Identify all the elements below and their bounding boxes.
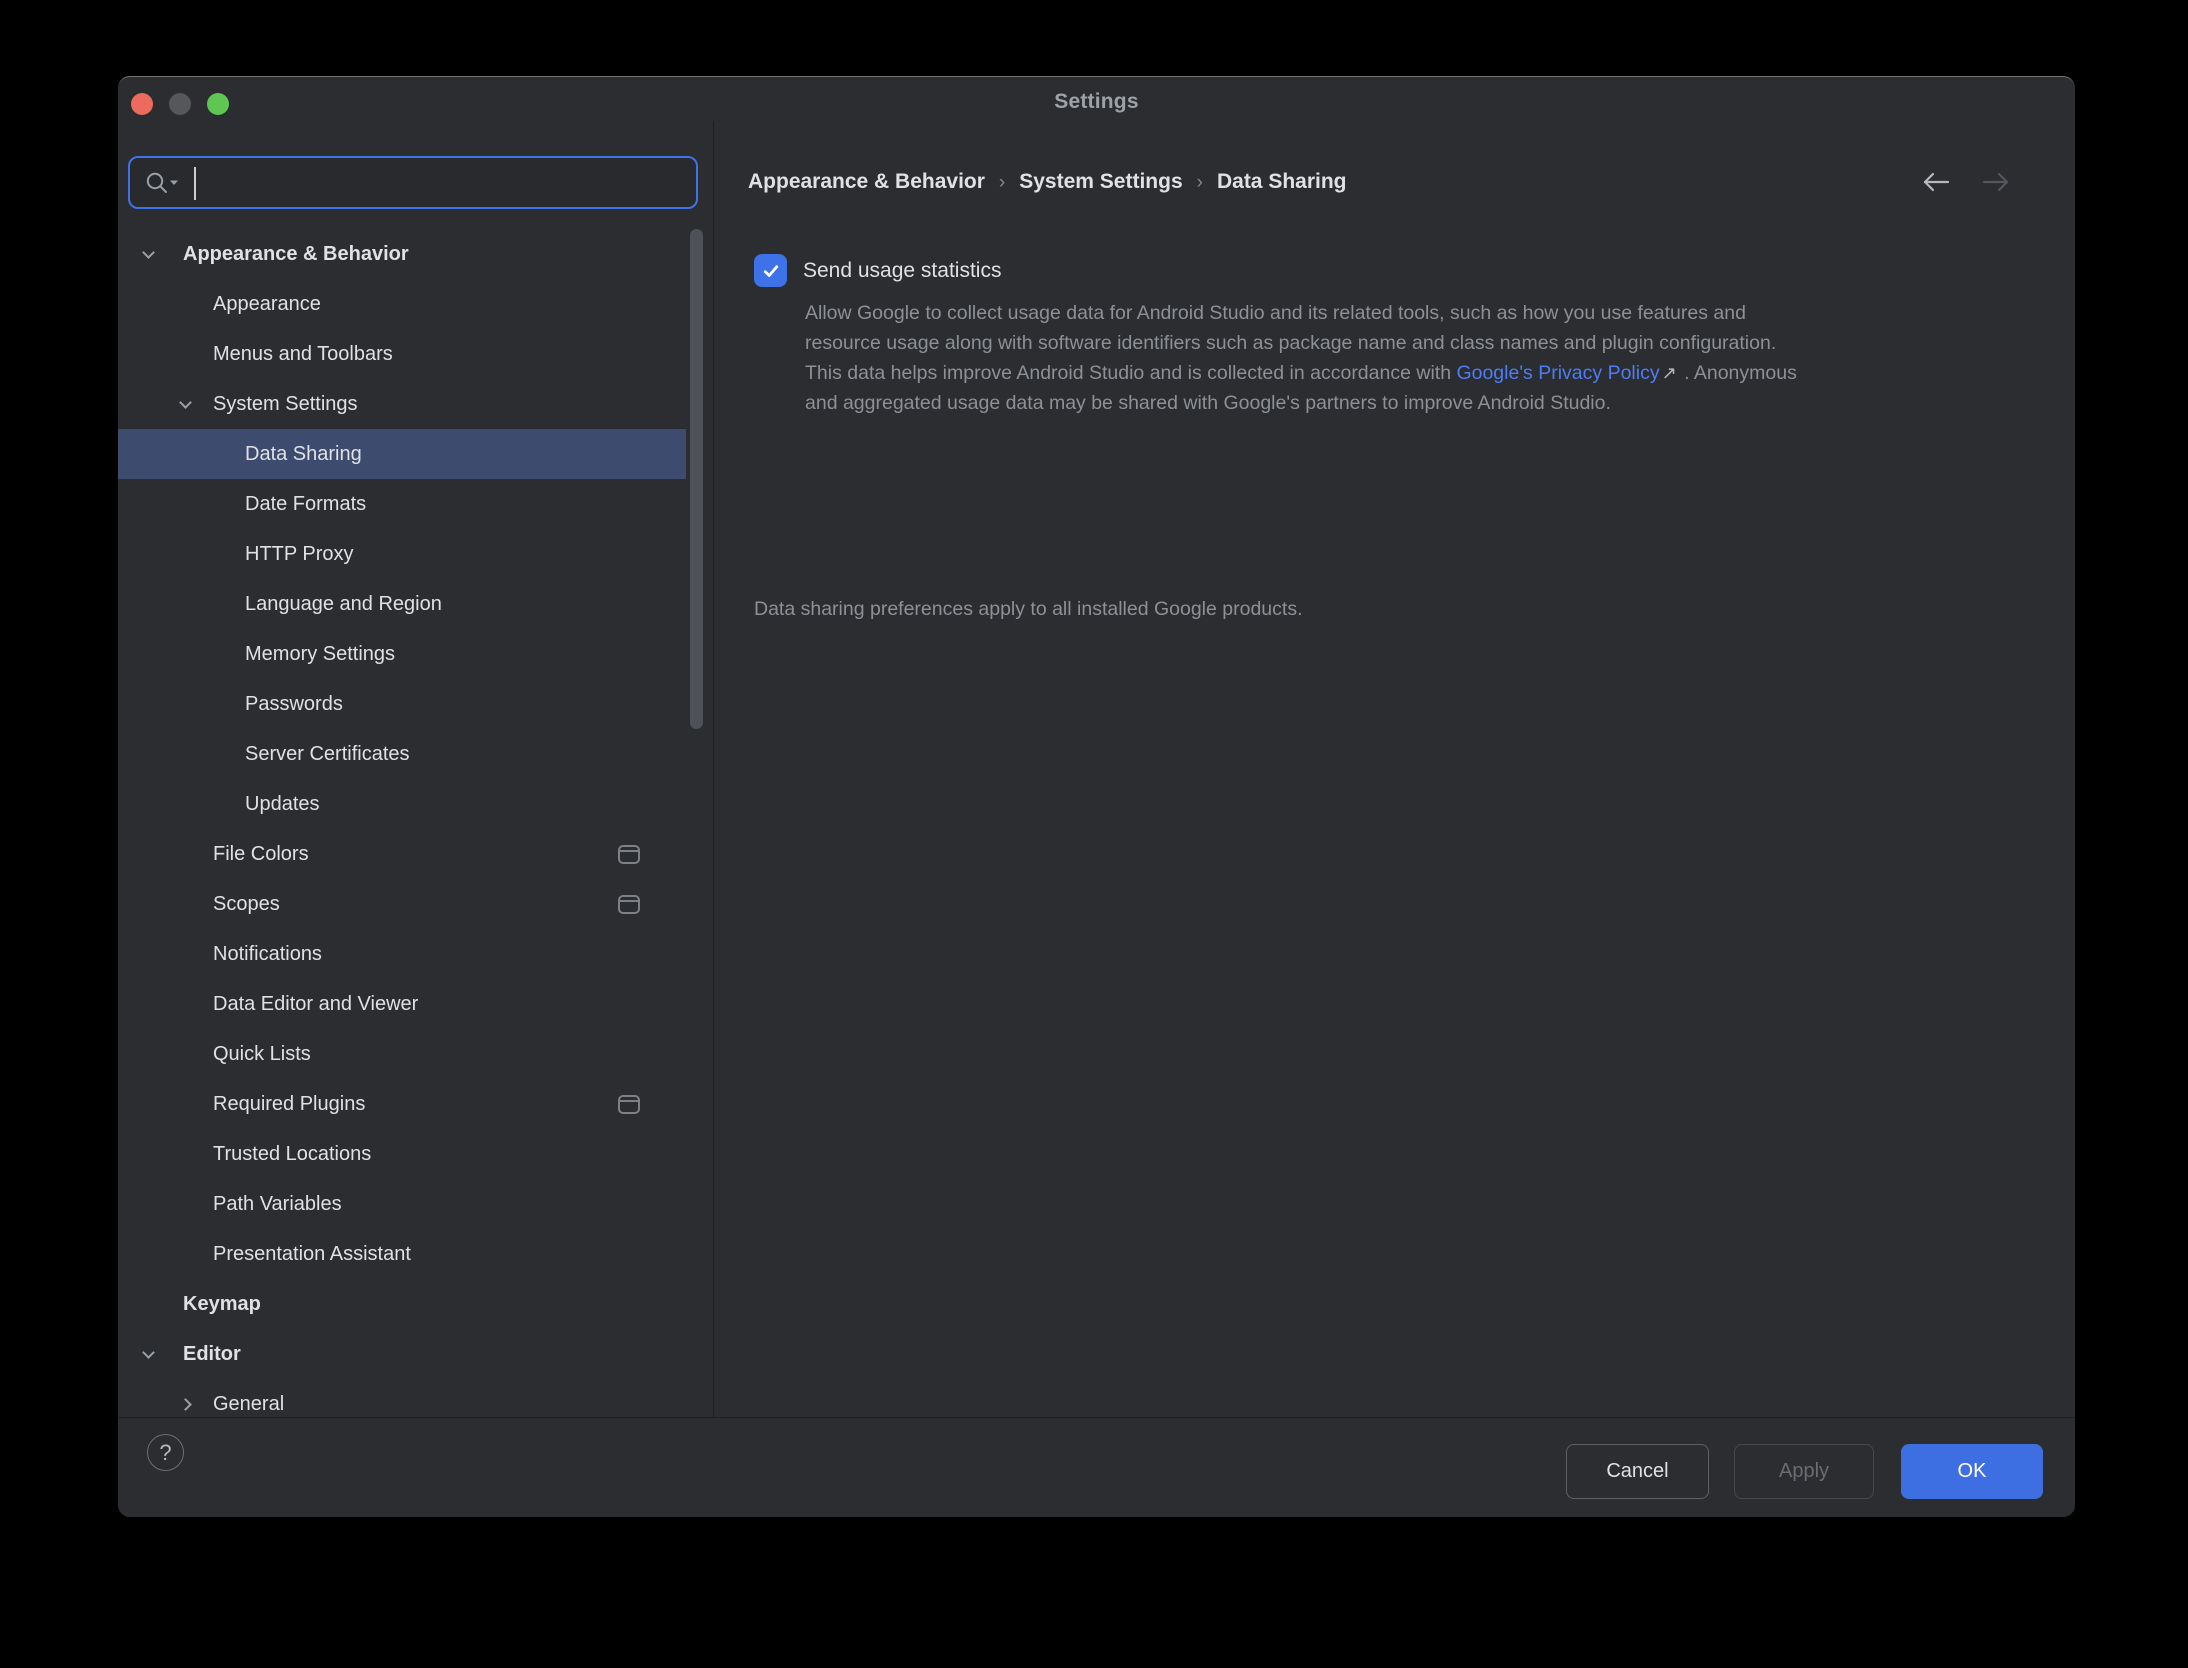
sidebar-item-keymap[interactable]: Keymap (118, 1279, 686, 1329)
sidebar-item-trusted-locations[interactable]: Trusted Locations (118, 1129, 686, 1179)
sidebar-item-label: Data Sharing (245, 443, 362, 466)
sidebar-item-scopes[interactable]: Scopes (118, 879, 686, 929)
sidebar-item-label: Passwords (245, 693, 343, 716)
project-level-settings-icon (618, 845, 640, 864)
sidebar-item-label: Required Plugins (213, 1093, 365, 1116)
back-button[interactable] (1921, 167, 1951, 197)
sidebar-item-menus-and-toolbars[interactable]: Menus and Toolbars (118, 329, 686, 379)
sidebar-item-system-settings[interactable]: System Settings (118, 379, 686, 429)
text-caret (194, 167, 196, 200)
help-button[interactable]: ? (147, 1434, 184, 1471)
search-icon[interactable] (144, 170, 184, 200)
breadcrumb-item-system-settings[interactable]: System Settings (1019, 170, 1182, 194)
settings-search-field[interactable] (128, 156, 698, 209)
sidebar-item-general[interactable]: General (118, 1379, 686, 1418)
sidebar-divider (713, 121, 714, 1418)
chevron-down-icon[interactable] (179, 396, 192, 409)
sidebar-item-path-variables[interactable]: Path Variables (118, 1179, 686, 1229)
sidebar-item-memory-settings[interactable]: Memory Settings (118, 629, 686, 679)
settings-window: Settings Appearance & BehaviorAppearance… (118, 76, 2075, 1517)
breadcrumb-item-appearance-behavior[interactable]: Appearance & Behavior (748, 170, 985, 194)
checkmark-icon (761, 261, 781, 281)
sidebar-item-notifications[interactable]: Notifications (118, 929, 686, 979)
project-level-settings-icon (618, 1095, 640, 1114)
sidebar-item-label: Trusted Locations (213, 1143, 371, 1166)
navigation-arrows (1921, 167, 2011, 197)
sidebar-item-label: Memory Settings (245, 643, 395, 666)
titlebar: Settings (118, 77, 2075, 121)
ok-button[interactable]: OK (1901, 1444, 2043, 1499)
sidebar-item-date-formats[interactable]: Date Formats (118, 479, 686, 529)
chevron-down-icon[interactable] (142, 1346, 155, 1359)
sidebar-item-required-plugins[interactable]: Required Plugins (118, 1079, 686, 1129)
sidebar-item-label: Updates (245, 793, 320, 816)
sidebar-item-quick-lists[interactable]: Quick Lists (118, 1029, 686, 1079)
data-sharing-note: Data sharing preferences apply to all in… (754, 598, 1303, 621)
sidebar-item-language-and-region[interactable]: Language and Region (118, 579, 686, 629)
sidebar-scrollbar-thumb[interactable] (690, 229, 703, 729)
sidebar-item-label: General (213, 1393, 284, 1416)
sidebar-item-label: Notifications (213, 943, 322, 966)
sidebar-item-data-sharing[interactable]: Data Sharing (118, 429, 686, 479)
sidebar-item-label: Date Formats (245, 493, 366, 516)
sidebar-item-server-certificates[interactable]: Server Certificates (118, 729, 686, 779)
arrow-left-icon (1921, 171, 1951, 193)
cancel-button[interactable]: Cancel (1566, 1444, 1709, 1499)
search-options-dropdown-icon (170, 181, 178, 186)
sidebar-item-label: System Settings (213, 393, 358, 416)
sidebar-item-label: Appearance & Behavior (183, 243, 409, 266)
usage-statistics-description: Allow Google to collect usage data for A… (805, 298, 1805, 418)
chevron-right-icon[interactable] (179, 1398, 192, 1411)
privacy-policy-link[interactable]: Google's Privacy Policy (1456, 362, 1659, 384)
chevron-down-icon[interactable] (142, 246, 155, 259)
sidebar-item-appearance-behavior[interactable]: Appearance & Behavior (118, 229, 686, 279)
sidebar-item-label: Keymap (183, 1293, 261, 1316)
window-title: Settings (118, 90, 2075, 114)
sidebar-item-passwords[interactable]: Passwords (118, 679, 686, 729)
sidebar-item-label: Presentation Assistant (213, 1243, 411, 1266)
sidebar-item-label: Data Editor and Viewer (213, 993, 418, 1016)
sidebar-item-file-colors[interactable]: File Colors (118, 829, 686, 879)
sidebar-item-label: HTTP Proxy (245, 543, 354, 566)
footer: ? Cancel Apply OK (118, 1417, 2075, 1517)
search-input[interactable] (210, 158, 688, 209)
sidebar-item-editor[interactable]: Editor (118, 1329, 686, 1379)
settings-tree: Appearance & Behavior Appearance Menus and… (118, 229, 713, 1418)
send-usage-statistics-row: Send usage statistics (754, 254, 1001, 287)
project-level-settings-icon (618, 895, 640, 914)
breadcrumb-separator-icon: › (985, 172, 1019, 194)
sidebar-item-data-editor-and-viewer[interactable]: Data Editor and Viewer (118, 979, 686, 1029)
send-usage-statistics-checkbox[interactable] (754, 254, 787, 287)
breadcrumb-separator-icon: › (1183, 172, 1217, 194)
sidebar-item-label: Server Certificates (245, 743, 410, 766)
breadcrumb: Appearance & Behavior›System Settings›Da… (748, 167, 1347, 197)
sidebar-item-label: Scopes (213, 893, 280, 916)
apply-button[interactable]: Apply (1734, 1444, 1874, 1499)
external-link-icon: ↗ (1660, 363, 1679, 383)
forward-button[interactable] (1981, 167, 2011, 197)
breadcrumb-item-data-sharing[interactable]: Data Sharing (1217, 170, 1347, 194)
sidebar-item-presentation-assistant[interactable]: Presentation Assistant (118, 1229, 686, 1279)
sidebar-item-label: File Colors (213, 843, 309, 866)
sidebar-item-label: Appearance (213, 293, 321, 316)
sidebar-item-label: Path Variables (213, 1193, 342, 1216)
send-usage-statistics-label: Send usage statistics (803, 259, 1001, 283)
sidebar-item-appearance[interactable]: Appearance (118, 279, 686, 329)
sidebar-item-label: Quick Lists (213, 1043, 311, 1066)
sidebar-item-updates[interactable]: Updates (118, 779, 686, 829)
arrow-right-icon (1981, 171, 2011, 193)
sidebar-item-label: Editor (183, 1343, 241, 1366)
sidebar-item-label: Menus and Toolbars (213, 343, 393, 366)
sidebar-item-http-proxy[interactable]: HTTP Proxy (118, 529, 686, 579)
sidebar-item-label: Language and Region (245, 593, 442, 616)
